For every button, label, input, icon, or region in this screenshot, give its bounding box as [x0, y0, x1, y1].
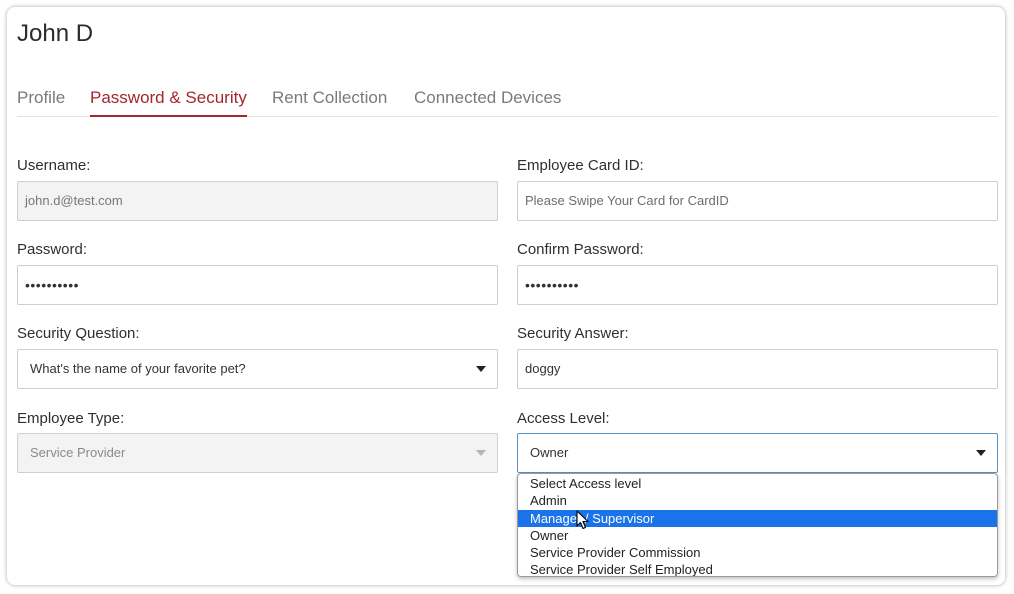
security-answer-label: Security Answer:: [517, 325, 629, 342]
tab-bar: Profile Password & Security Rent Collect…: [17, 88, 998, 117]
password-input[interactable]: ••••••••••: [17, 265, 498, 305]
tab-rent-collection[interactable]: Rent Collection: [272, 88, 387, 115]
tab-connected-devices[interactable]: Connected Devices: [414, 88, 561, 115]
access-level-option[interactable]: Admin: [518, 492, 997, 509]
password-label: Password:: [17, 241, 88, 258]
employee-type-label: Employee Type:: [17, 410, 125, 427]
access-level-label: Access Level:: [517, 410, 610, 427]
employee-type-select: Service Provider: [17, 433, 498, 473]
access-level-option-highlighted[interactable]: Manager / Supervisor: [518, 509, 997, 527]
tab-profile[interactable]: Profile: [17, 88, 65, 115]
tab-password-security[interactable]: Password & Security: [90, 88, 247, 117]
access-level-value: Owner: [530, 445, 569, 460]
confirm-password-label: Confirm Password:: [517, 241, 644, 258]
username-label: Username:: [17, 157, 91, 174]
security-question-value: What's the name of your favorite pet?: [30, 361, 246, 376]
page-title: John D: [17, 20, 94, 47]
employee-card-id-input[interactable]: Please Swipe Your Card for CardID: [517, 181, 998, 221]
security-question-label: Security Question:: [17, 325, 140, 342]
security-answer-input[interactable]: doggy: [517, 349, 998, 389]
employee-card-id-label: Employee Card ID:: [517, 157, 644, 174]
security-question-select[interactable]: What's the name of your favorite pet?: [17, 349, 498, 389]
chevron-down-icon: [476, 366, 486, 372]
access-level-option[interactable]: Owner: [518, 527, 997, 544]
access-level-option[interactable]: Select Access level: [518, 475, 997, 492]
confirm-password-input[interactable]: ••••••••••: [517, 265, 998, 305]
access-level-option[interactable]: Service Provider Self Employed: [518, 561, 997, 576]
username-field: john.d@test.com: [17, 181, 498, 221]
chevron-down-icon: [976, 450, 986, 456]
chevron-down-icon: [476, 450, 486, 456]
access-level-option[interactable]: Service Provider Commission: [518, 544, 997, 561]
employee-type-value: Service Provider: [30, 445, 126, 460]
access-level-dropdown-list: Select Access level Admin Manager / Supe…: [517, 473, 998, 577]
access-level-select[interactable]: Owner: [517, 433, 998, 473]
